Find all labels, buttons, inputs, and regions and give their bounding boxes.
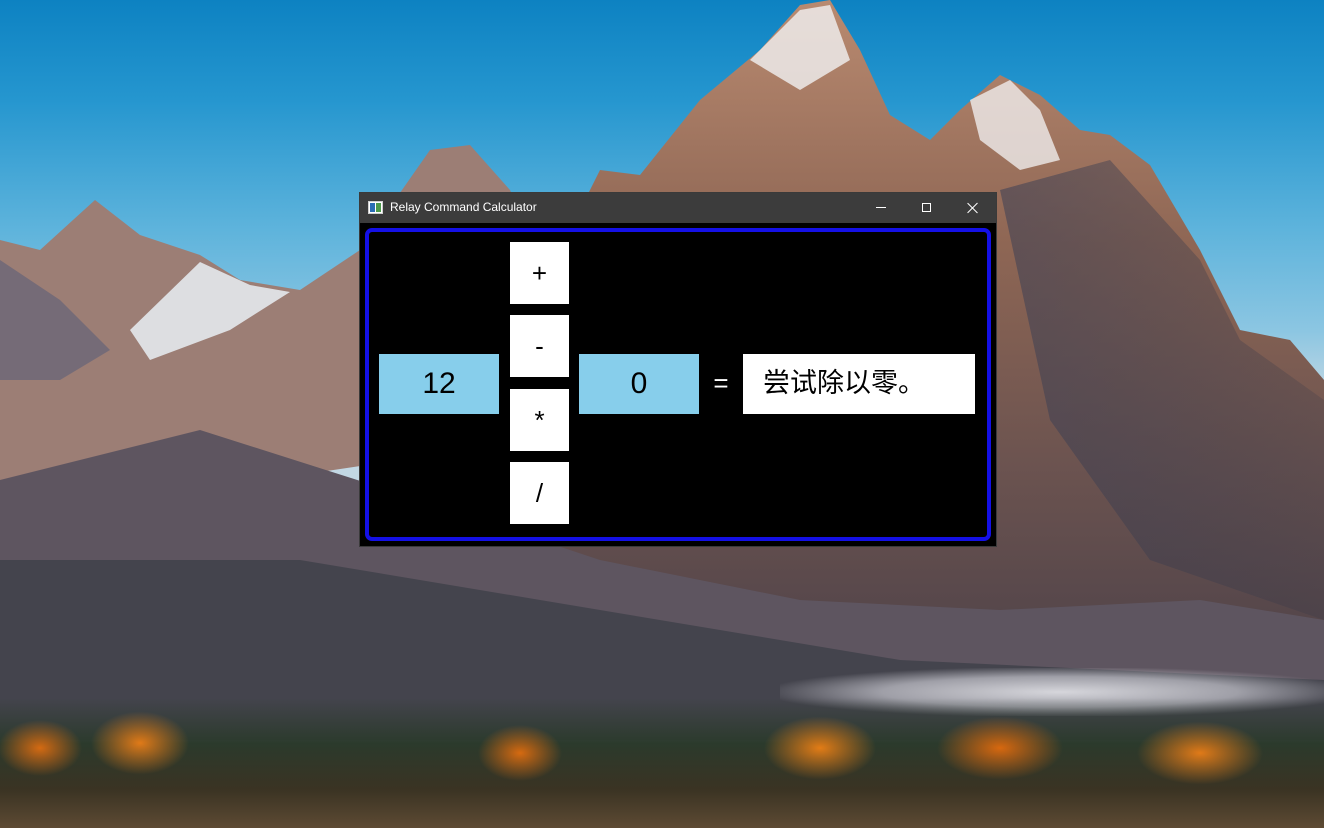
result-display: 尝试除以零。: [743, 354, 975, 414]
maximize-button[interactable]: [904, 193, 950, 223]
add-button[interactable]: +: [510, 242, 569, 304]
divide-button[interactable]: /: [510, 462, 569, 524]
close-icon: [967, 202, 979, 214]
window-title: Relay Command Calculator: [390, 200, 537, 214]
close-button[interactable]: [950, 193, 996, 223]
multiply-button[interactable]: *: [510, 389, 569, 451]
maximize-icon: [922, 203, 931, 212]
equals-sign: =: [713, 368, 729, 398]
minimize-button[interactable]: [858, 193, 904, 223]
calculator-window: Relay Command Calculator 12 + - * / 0 = …: [360, 193, 996, 546]
subtract-button[interactable]: -: [510, 315, 569, 377]
app-window-icon: [368, 201, 383, 214]
operand-a-input[interactable]: 12: [379, 354, 499, 414]
autumn-forest: [0, 698, 1324, 828]
calculator-panel: 12 + - * / 0 = 尝试除以零。: [365, 228, 991, 541]
window-titlebar[interactable]: Relay Command Calculator: [360, 193, 996, 223]
operand-b-input[interactable]: 0: [579, 354, 699, 414]
minimize-icon: [876, 207, 886, 208]
